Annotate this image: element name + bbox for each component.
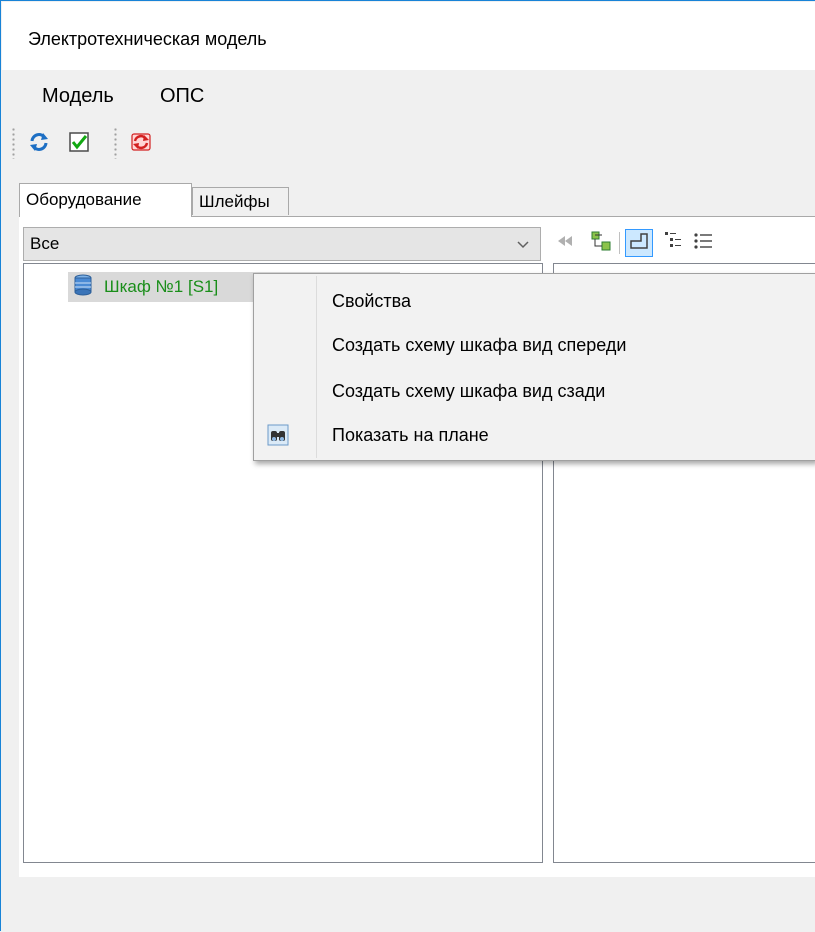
menu-item-label: Создать схему шкафа вид спереди: [332, 334, 627, 355]
sync-button[interactable]: [126, 129, 156, 159]
layout-button[interactable]: [625, 229, 653, 257]
menu-item-front-schema[interactable]: Создать схему шкафа вид спереди: [256, 326, 813, 364]
toolbar-grip-2[interactable]: [114, 127, 117, 159]
refresh-icon: [27, 130, 51, 159]
main-toolbar: [2, 119, 232, 169]
toolbar-grip[interactable]: [12, 127, 15, 159]
view-toolbar: [553, 227, 815, 261]
structure-button[interactable]: [587, 229, 615, 257]
menu-item-properties[interactable]: Свойства: [256, 282, 813, 320]
back-button[interactable]: [553, 229, 581, 257]
tab-loops[interactable]: Шлейфы: [192, 187, 289, 215]
chevron-down-icon: [516, 237, 530, 256]
list-view-button[interactable]: [689, 229, 717, 257]
cabinet-icon: [72, 274, 94, 301]
validate-button[interactable]: [64, 129, 94, 159]
structure-icon: [590, 230, 612, 257]
sync-red-icon: [129, 130, 153, 159]
menu-item-label: Свойства: [332, 290, 412, 311]
tab-equipment[interactable]: Оборудование: [19, 183, 192, 217]
layout-icon: [629, 232, 649, 255]
tree-view-button[interactable]: [659, 229, 687, 257]
binoculars-icon: [266, 422, 292, 448]
menu-item-label: Показать на плане: [332, 424, 489, 445]
window-title: Электротехническая модель: [28, 29, 267, 49]
menu-item-show-on-plan[interactable]: Показать на плане: [256, 416, 813, 454]
filter-value: Все: [30, 234, 60, 253]
separator: [619, 232, 620, 254]
menu-item-label: Создать схему шкафа вид сзади: [332, 380, 606, 401]
tree-view-icon: [664, 231, 682, 256]
title-bar: Электротехническая модель: [2, 2, 815, 70]
menu-ops[interactable]: ОПС: [152, 83, 212, 110]
app-window: Электротехническая модель Модель ОПС Обо…: [0, 0, 815, 932]
list-icon: [693, 231, 713, 256]
menu-model[interactable]: Модель: [34, 83, 122, 110]
context-menu: Свойства Создать схему шкафа вид спереди…: [253, 273, 815, 461]
double-arrow-left-icon: [557, 234, 577, 253]
tree-node-label: Шкаф №1 [S1]: [104, 277, 219, 296]
status-bar: [2, 881, 815, 932]
filter-combobox[interactable]: Все: [23, 227, 541, 261]
menu-item-back-schema[interactable]: Создать схему шкафа вид сзади: [256, 372, 813, 410]
menu-bar: Модель ОПС: [2, 71, 815, 115]
refresh-button[interactable]: [24, 129, 54, 159]
check-icon: [67, 130, 91, 159]
